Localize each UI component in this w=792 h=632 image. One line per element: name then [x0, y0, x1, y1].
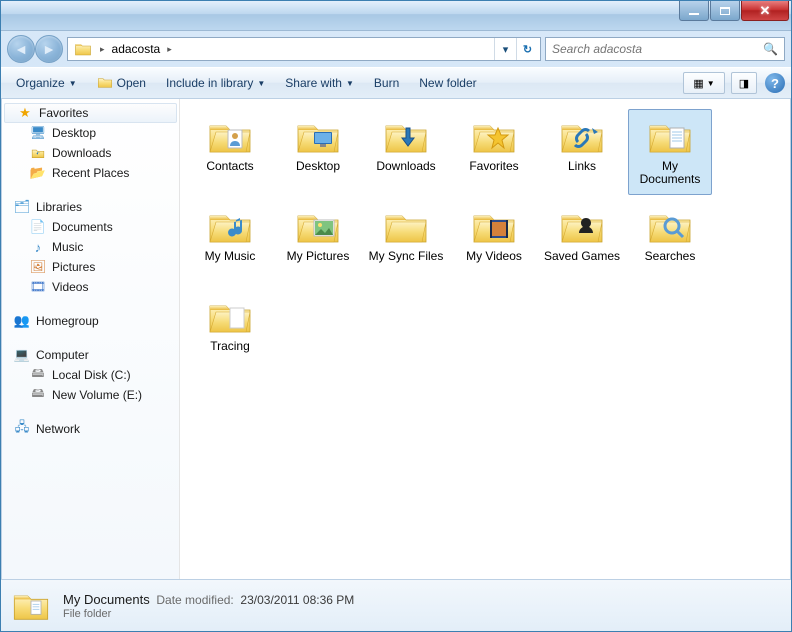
folder-icon: [558, 114, 606, 158]
details-type: File folder: [63, 608, 354, 620]
titlebar: ✕: [1, 1, 791, 31]
folder-icon: [206, 114, 254, 158]
sidebar-item-downloads[interactable]: Downloads: [2, 143, 179, 163]
libraries-icon: 🗂: [14, 199, 30, 215]
preview-pane-button[interactable]: ◨: [731, 72, 757, 94]
folder-icon: [382, 204, 430, 248]
file-list[interactable]: Contacts Desktop Downloads: [180, 99, 790, 579]
videos-icon: 🎞: [30, 279, 46, 295]
include-library-button[interactable]: Include in library▼: [157, 70, 274, 96]
folder-icon: [294, 204, 342, 248]
recent-icon: 📂: [30, 165, 46, 181]
navigation-pane: ★ Favorites 🖥Desktop Downloads 📂Recent P…: [2, 99, 180, 579]
history-dropdown[interactable]: ▾: [494, 38, 516, 60]
file-item[interactable]: My Sync Files: [364, 199, 448, 285]
breadcrumb-root-arrow[interactable]: ▸: [96, 44, 109, 55]
minimize-button[interactable]: [679, 1, 709, 21]
desktop-icon: 🖥: [30, 125, 46, 141]
file-item[interactable]: Downloads: [364, 109, 448, 195]
breadcrumb-arrow[interactable]: ▸: [163, 44, 176, 55]
refresh-button[interactable]: ↻: [516, 38, 538, 60]
sidebar-item-pictures[interactable]: 🖼Pictures: [2, 257, 179, 277]
sidebar-item-volume[interactable]: 🖴New Volume (E:): [2, 385, 179, 405]
star-icon: ★: [17, 105, 33, 121]
folder-icon: [74, 40, 92, 58]
disk-icon: 🖴: [30, 387, 46, 403]
forward-button[interactable]: ►: [35, 35, 63, 63]
folder-icon: [206, 294, 254, 338]
sidebar-network-header[interactable]: 🖧Network: [2, 419, 179, 439]
sidebar-libraries-header[interactable]: 🗂Libraries: [2, 197, 179, 217]
file-item[interactable]: Searches: [628, 199, 712, 285]
folder-icon: [206, 204, 254, 248]
sidebar-item-videos[interactable]: 🎞Videos: [2, 277, 179, 297]
back-button[interactable]: ◄: [7, 35, 35, 63]
file-item[interactable]: Saved Games: [540, 199, 624, 285]
file-item[interactable]: My Music: [188, 199, 272, 285]
computer-icon: 💻: [14, 347, 30, 363]
file-item[interactable]: Tracing: [188, 289, 272, 375]
search-icon: 🔍: [763, 42, 778, 56]
details-modified-value: 23/03/2011 08:36 PM: [240, 593, 354, 607]
homegroup-icon: 👥: [14, 313, 30, 329]
maximize-button[interactable]: [710, 1, 740, 21]
details-pane: My Documents Date modified: 23/03/2011 0…: [1, 579, 791, 631]
burn-button[interactable]: Burn: [365, 70, 408, 96]
pictures-icon: 🖼: [30, 259, 46, 275]
file-item[interactable]: Contacts: [188, 109, 272, 195]
downloads-icon: [30, 145, 46, 161]
sidebar-item-desktop[interactable]: 🖥Desktop: [2, 123, 179, 143]
folder-icon: [294, 114, 342, 158]
view-options-button[interactable]: ▦ ▼: [683, 72, 725, 94]
breadcrumb-item[interactable]: adacosta: [109, 38, 164, 60]
new-folder-button[interactable]: New folder: [410, 70, 485, 96]
open-button[interactable]: Open: [88, 70, 155, 96]
details-folder-icon: [11, 586, 51, 626]
sidebar-computer-header[interactable]: 💻Computer: [2, 345, 179, 365]
sidebar-homegroup-header[interactable]: 👥Homegroup: [2, 311, 179, 331]
file-item[interactable]: Links: [540, 109, 624, 195]
address-bar[interactable]: ▸ adacosta ▸ ▾ ↻: [67, 37, 541, 61]
main-area: ★ Favorites 🖥Desktop Downloads 📂Recent P…: [1, 99, 791, 579]
sidebar-item-music[interactable]: ♪Music: [2, 237, 179, 257]
folder-icon: [558, 204, 606, 248]
details-name: My Documents: [63, 592, 150, 607]
search-input[interactable]: [552, 42, 763, 56]
folder-icon: [646, 204, 694, 248]
explorer-window: ✕ ◄ ► ▸ adacosta ▸ ▾ ↻ 🔍 Organize▼ Open: [0, 0, 792, 632]
navigation-row: ◄ ► ▸ adacosta ▸ ▾ ↻ 🔍: [1, 31, 791, 67]
network-icon: 🖧: [14, 421, 30, 437]
folder-icon: [382, 114, 430, 158]
file-label: My Documents: [630, 160, 710, 186]
sidebar-item-documents[interactable]: 📄Documents: [2, 217, 179, 237]
file-item[interactable]: Favorites: [452, 109, 536, 195]
close-button[interactable]: ✕: [741, 1, 789, 21]
search-box[interactable]: 🔍: [545, 37, 785, 61]
help-button[interactable]: ?: [765, 73, 785, 93]
file-item[interactable]: Desktop: [276, 109, 360, 195]
sidebar-item-recent[interactable]: 📂Recent Places: [2, 163, 179, 183]
folder-open-icon: [97, 74, 113, 93]
details-modified-label: Date modified:: [156, 593, 233, 607]
sidebar-item-localdisk[interactable]: 🖴Local Disk (C:): [2, 365, 179, 385]
command-bar: Organize▼ Open Include in library▼ Share…: [1, 67, 791, 99]
file-item[interactable]: My Pictures: [276, 199, 360, 285]
document-icon: 📄: [30, 219, 46, 235]
sidebar-favorites-header[interactable]: ★ Favorites: [4, 103, 177, 123]
music-icon: ♪: [30, 239, 46, 255]
disk-icon: 🖴: [30, 367, 46, 383]
share-with-button[interactable]: Share with▼: [276, 70, 363, 96]
folder-icon: [646, 114, 694, 158]
organize-button[interactable]: Organize▼: [7, 70, 86, 96]
folder-icon: [470, 114, 518, 158]
file-item[interactable]: My Documents: [628, 109, 712, 195]
file-item[interactable]: My Videos: [452, 199, 536, 285]
folder-icon: [470, 204, 518, 248]
